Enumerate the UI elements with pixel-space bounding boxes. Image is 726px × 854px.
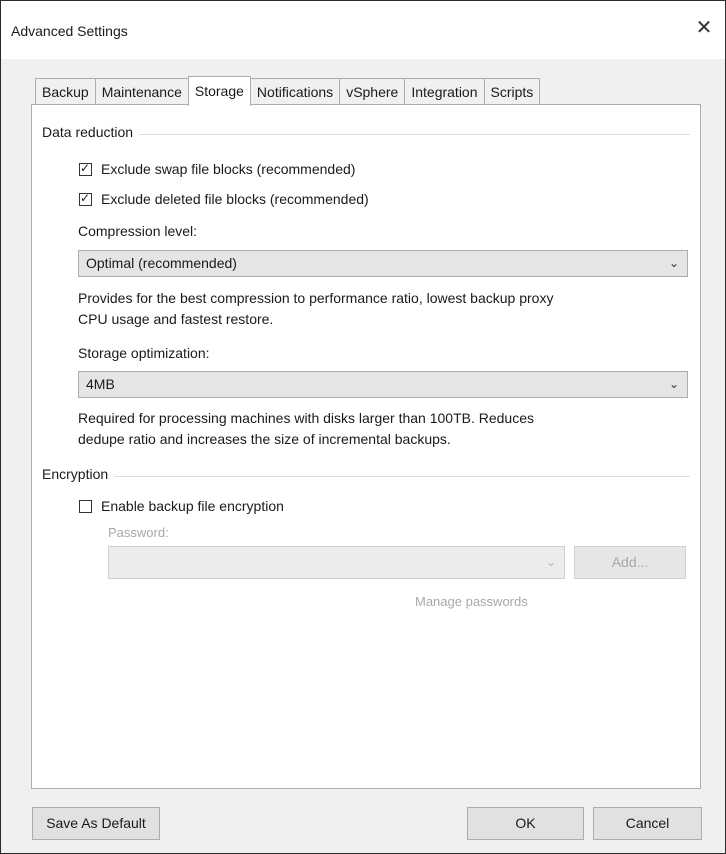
cancel-button[interactable]: Cancel — [593, 807, 702, 840]
exclude-deleted-label: Exclude deleted file blocks (recommended… — [101, 191, 369, 207]
chevron-down-icon: ⌄ — [668, 256, 679, 270]
enable-encryption-label: Enable backup file encryption — [101, 498, 284, 514]
compression-level-select[interactable]: Optimal (recommended) ⌄ — [78, 250, 688, 277]
compression-description: Provides for the best compression to per… — [78, 288, 553, 330]
storage-optimization-label: Storage optimization: — [78, 345, 210, 361]
tab-maintenance[interactable]: Maintenance — [94, 78, 189, 105]
storage-optimization-value: 4MB — [86, 376, 115, 392]
exclude-deleted-row[interactable]: ✓ Exclude deleted file blocks (recommend… — [79, 191, 369, 207]
exclude-deleted-checkbox[interactable]: ✓ — [79, 190, 92, 206]
add-password-button[interactable]: Add... — [574, 546, 686, 579]
compression-level-value: Optimal (recommended) — [86, 255, 237, 271]
storage-opt-desc-line-2: dedupe ratio and increases the size of i… — [78, 431, 451, 447]
compression-level-label: Compression level: — [78, 223, 198, 239]
save-as-default-button[interactable]: Save As Default — [32, 807, 160, 840]
close-icon[interactable]: ✕ — [691, 15, 717, 41]
tab-backup[interactable]: Backup — [35, 78, 96, 105]
chevron-down-icon: ⌄ — [545, 555, 556, 569]
ok-button[interactable]: OK — [467, 807, 584, 840]
tab-storage[interactable]: Storage — [187, 76, 251, 106]
encryption-heading: Encryption — [42, 466, 115, 482]
tab-vsphere[interactable]: vSphere — [339, 78, 406, 105]
tab-scripts[interactable]: Scripts — [483, 78, 541, 105]
password-label: Password: — [108, 525, 169, 540]
tab-strip: Backup Maintenance Storage Notifications… — [35, 76, 541, 106]
tab-integration[interactable]: Integration — [404, 78, 485, 105]
exclude-swap-label: Exclude swap file blocks (recommended) — [101, 161, 356, 177]
advanced-settings-window: Advanced Settings ✕ Backup Maintenance S… — [0, 0, 726, 854]
exclude-swap-row[interactable]: ✓ Exclude swap file blocks (recommended) — [79, 161, 355, 177]
compression-desc-line-1: Provides for the best compression to per… — [78, 290, 554, 306]
storage-optimization-description: Required for processing machines with di… — [78, 408, 534, 450]
manage-passwords-link[interactable]: Manage passwords — [415, 594, 528, 609]
encryption-divider — [42, 476, 690, 477]
storage-tab-panel: Data reduction ✓ Exclude swap file block… — [31, 104, 701, 789]
enable-encryption-row[interactable]: Enable backup file encryption — [79, 498, 284, 514]
storage-optimization-select[interactable]: 4MB ⌄ — [78, 371, 688, 398]
compression-desc-line-2: CPU usage and fastest restore. — [78, 311, 274, 327]
window-title: Advanced Settings — [11, 23, 128, 39]
exclude-swap-checkbox[interactable]: ✓ — [79, 160, 92, 176]
data-reduction-divider — [42, 134, 690, 135]
password-select[interactable]: ⌄ — [108, 546, 565, 579]
chevron-down-icon: ⌄ — [668, 377, 679, 391]
tab-notifications[interactable]: Notifications — [249, 78, 341, 105]
data-reduction-heading: Data reduction — [42, 124, 140, 140]
storage-opt-desc-line-1: Required for processing machines with di… — [78, 410, 535, 426]
enable-encryption-checkbox[interactable] — [79, 499, 92, 513]
check-icon: ✓ — [80, 160, 91, 175]
check-icon: ✓ — [80, 190, 91, 205]
title-bar: Advanced Settings ✕ — [1, 1, 725, 59]
